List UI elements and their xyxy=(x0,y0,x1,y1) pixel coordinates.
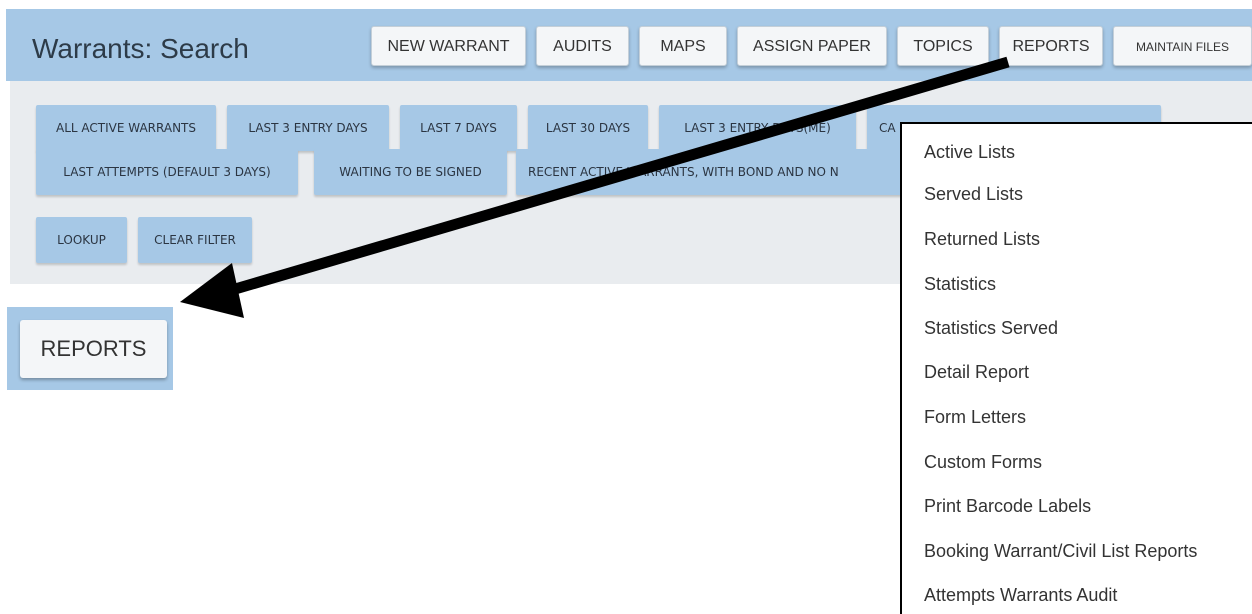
filter-last-7-days[interactable]: LAST 7 DAYS xyxy=(400,105,517,151)
reports-button[interactable]: REPORTS xyxy=(999,26,1103,66)
filter-last-30-days[interactable]: LAST 30 DAYS xyxy=(528,105,648,151)
menu-item-print-barcode-labels[interactable]: Print Barcode Labels xyxy=(924,491,1091,521)
filter-waiting-to-be-signed[interactable]: WAITING TO BE SIGNED xyxy=(314,149,507,195)
menu-item-statistics[interactable]: Statistics xyxy=(924,269,996,299)
filter-last-3-entry-days-me[interactable]: LAST 3 ENTRY DAYS(ME) xyxy=(659,105,856,151)
filter-all-active-warrants[interactable]: ALL ACTIVE WARRANTS xyxy=(36,105,216,151)
menu-item-active-lists[interactable]: Active Lists xyxy=(924,137,1015,167)
menu-item-form-letters[interactable]: Form Letters xyxy=(924,402,1026,432)
menu-item-statistics-served[interactable]: Statistics Served xyxy=(924,313,1058,343)
reports-callout: REPORTS xyxy=(7,307,173,390)
menu-item-returned-lists[interactable]: Returned Lists xyxy=(924,224,1040,254)
page-title: Warrants: Search xyxy=(32,33,249,64)
new-warrant-button[interactable]: NEW WARRANT xyxy=(371,26,526,66)
menu-item-detail-report[interactable]: Detail Report xyxy=(924,357,1029,387)
lookup-button[interactable]: LOOKUP xyxy=(36,217,127,263)
maintain-files-button[interactable]: MAINTAIN FILES xyxy=(1113,26,1252,66)
assign-paper-button[interactable]: ASSIGN PAPER xyxy=(737,26,887,66)
reports-callout-button: REPORTS xyxy=(20,320,167,378)
filter-last-attempts[interactable]: LAST ATTEMPTS (DEFAULT 3 DAYS) xyxy=(36,149,298,195)
reports-dropdown-menu: Active Lists Served Lists Returned Lists… xyxy=(900,122,1252,614)
header-bar: Warrants: Search NEW WARRANT AUDITS MAPS… xyxy=(6,9,1252,81)
maps-button[interactable]: MAPS xyxy=(639,26,727,66)
audits-button[interactable]: AUDITS xyxy=(536,26,629,66)
menu-item-booking-reports[interactable]: Booking Warrant/Civil List Reports xyxy=(924,536,1197,566)
menu-item-custom-forms[interactable]: Custom Forms xyxy=(924,447,1042,477)
menu-item-served-lists[interactable]: Served Lists xyxy=(924,179,1023,209)
filter-recent-active-warrants[interactable]: RECENT ACTIVE WARRANTS, WITH BOND AND NO… xyxy=(516,149,936,195)
filter-last-3-entry-days[interactable]: LAST 3 ENTRY DAYS xyxy=(227,105,389,151)
clear-filter-button[interactable]: CLEAR FILTER xyxy=(138,217,252,263)
topics-button[interactable]: TOPICS xyxy=(897,26,989,66)
menu-item-attempts-warrants-audit[interactable]: Attempts Warrants Audit xyxy=(924,580,1117,610)
